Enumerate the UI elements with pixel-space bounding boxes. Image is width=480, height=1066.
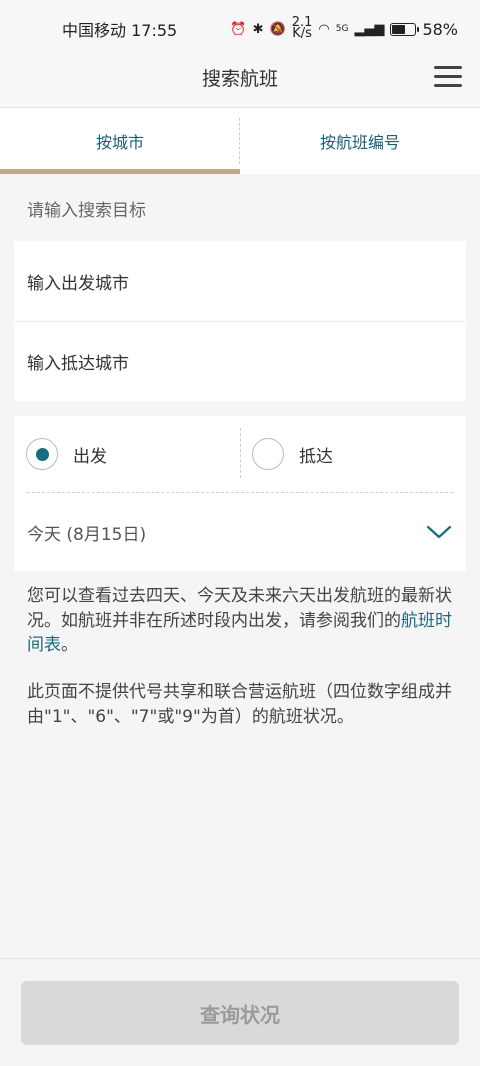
status-icons: ⏰ ✱ 🔕 2.1 K/s ◠ 5G ▂▄▆ 58% <box>230 16 458 41</box>
info-paragraph-codeshare: 此页面不提供代号共享和联合营运航班（四位数字组成并由"1"、"6"、"7"或"9… <box>27 682 452 727</box>
date-selector[interactable]: 今天 (8月15日) <box>14 493 466 571</box>
radio-arrival-label: 抵达 <box>299 446 333 467</box>
info-paragraph-date-range: 您可以查看过去四天、今天及未来六天出发航班的最新状况。如航班并非在所述时段内出发… <box>27 584 457 658</box>
arrival-city-placeholder: 输入抵达城市 <box>27 354 129 374</box>
radio-arrival[interactable]: 抵达 <box>240 416 466 492</box>
alarm-icon: ⏰ <box>230 21 247 37</box>
chevron-down-icon <box>426 525 452 539</box>
footer: 查询状况 <box>0 958 480 1066</box>
wifi-icon: ◠ <box>318 21 330 37</box>
direction-radio-group: 出发 抵达 <box>14 416 466 492</box>
menu-icon-bar <box>434 75 462 78</box>
signal-icon: 5G <box>335 23 349 34</box>
info-text: 您可以查看过去四天、今天及未来六天出发航班的最新状况。如航班并非在所述时段内出发… <box>27 586 452 631</box>
battery-icon <box>390 22 420 36</box>
tab-by-city[interactable]: 按城市 <box>0 108 240 174</box>
page-title: 搜索航班 <box>201 68 278 90</box>
direction-date-card: 出发 抵达 今天 (8月15日) <box>14 416 466 571</box>
carrier-time: 中国移动 17:55 <box>62 21 178 40</box>
radio-checked-icon <box>26 438 58 470</box>
radio-unchecked-icon <box>252 438 284 470</box>
departure-city-field[interactable]: 输入出发城市 <box>14 241 466 321</box>
radio-departure[interactable]: 出发 <box>14 416 240 492</box>
bluetooth-icon: ✱ <box>252 21 264 37</box>
departure-city-placeholder: 输入出发城市 <box>27 273 129 294</box>
net-speed: 2.1 K/s <box>292 16 313 41</box>
menu-button[interactable] <box>434 66 462 90</box>
battery-percent: 58% <box>422 19 458 39</box>
search-mode-tabs: 按城市 按航班编号 <box>0 108 480 174</box>
tab-label: 按航班编号 <box>319 133 400 152</box>
app-header: 搜索航班 <box>0 58 480 108</box>
arrival-city-field[interactable]: 输入抵达城市 <box>14 321 466 401</box>
signal-bars-icon: ▂▄▆ <box>354 21 385 37</box>
tab-label: 按城市 <box>95 133 144 152</box>
tab-by-flight-number[interactable]: 按航班编号 <box>240 108 480 174</box>
info-text-end: 。 <box>61 635 78 655</box>
radio-departure-label: 出发 <box>73 446 107 467</box>
selected-date: 今天 (8月15日) <box>27 524 147 545</box>
net-speed-unit: K/s <box>292 26 312 41</box>
menu-icon-bar <box>434 66 462 69</box>
battery-fill <box>392 24 406 34</box>
search-prompt: 请输入搜索目标 <box>27 201 146 221</box>
menu-icon-bar <box>434 84 462 87</box>
status-bar: 中国移动 17:55 ⏰ ✱ 🔕 2.1 K/s ◠ 5G ▂▄▆ 58% <box>0 0 480 58</box>
radio-divider <box>240 428 241 478</box>
mute-icon: 🔕 <box>269 21 286 37</box>
query-status-button[interactable]: 查询状况 <box>21 981 459 1045</box>
city-input-card: 输入出发城市 输入抵达城市 <box>14 241 466 401</box>
